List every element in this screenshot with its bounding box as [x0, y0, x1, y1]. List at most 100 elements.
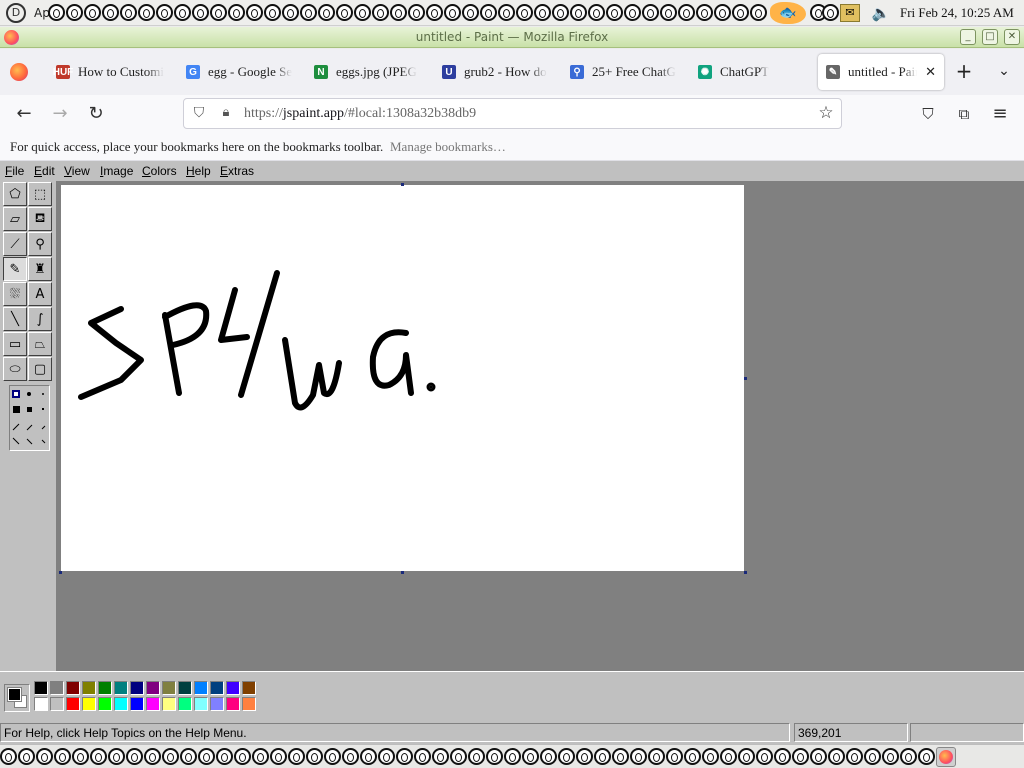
palette-swatch[interactable]	[162, 681, 176, 695]
palette-swatch[interactable]	[242, 697, 256, 711]
palette-swatch[interactable]	[178, 697, 192, 711]
palette-swatch[interactable]	[226, 697, 240, 711]
goldfish-applet-icon[interactable]: 🐟	[770, 2, 806, 24]
huf-icon: HUF	[52, 65, 74, 79]
url-bar[interactable]: ⛉ 🔒︎ https://jspaint.app/#local:1308a32b…	[183, 98, 842, 129]
brush-icon[interactable]: ♜	[28, 257, 52, 281]
palette-swatch[interactable]	[226, 681, 240, 695]
browser-tab[interactable]: ⚲ 25+ Free ChatG	[562, 54, 686, 90]
rounded-rect-icon[interactable]: ▢	[28, 357, 52, 381]
palette-swatch[interactable]	[82, 681, 96, 695]
palette-swatch[interactable]	[50, 697, 64, 711]
browser-tab[interactable]: ✎ untitled - Pain ✕	[818, 54, 944, 90]
primary-color-swatch[interactable]	[7, 687, 22, 702]
magnifier-icon[interactable]: ⚲	[28, 232, 52, 256]
palette-swatch[interactable]	[210, 697, 224, 711]
palette-swatch[interactable]	[194, 681, 208, 695]
back-arrow-icon[interactable]: ←	[13, 103, 35, 125]
palette-swatch[interactable]	[66, 681, 80, 695]
palette-swatch[interactable]	[82, 697, 96, 711]
airbrush-icon[interactable]: ⛆	[3, 282, 27, 306]
close-window-button[interactable]: ✕	[1004, 29, 1020, 45]
palette-swatch[interactable]	[194, 697, 208, 711]
menu-label-rest: elp	[194, 164, 211, 178]
menu-edit[interactable]: Edit	[34, 164, 55, 178]
tab-strip: HUF How to Customi Gegg - Google Se Neggs.j…	[0, 49, 1024, 95]
menu-view[interactable]: View	[64, 164, 90, 178]
extensions-icon[interactable]: ⧉	[953, 103, 975, 125]
maximize-button[interactable]: □	[982, 29, 998, 45]
taskbar-firefox-button[interactable]	[936, 747, 956, 767]
current-colors[interactable]	[4, 684, 30, 712]
menu-image[interactable]: Image	[100, 164, 133, 178]
menu-file[interactable]: File	[5, 164, 24, 178]
browser-tab[interactable]: Ugrub2 - How do	[434, 54, 558, 90]
menu-help[interactable]: Help	[186, 164, 211, 178]
palette-swatch[interactable]	[210, 681, 224, 695]
menu-extras[interactable]: Extras	[220, 164, 254, 178]
palette-swatch[interactable]	[178, 681, 192, 695]
browser-tab[interactable]: Gegg - Google Se	[178, 54, 302, 90]
color-picker-icon[interactable]: ⟋	[3, 232, 27, 256]
fill-bucket-icon[interactable]: ⛾	[28, 207, 52, 231]
text-icon[interactable]: A	[28, 282, 52, 306]
palette-swatch[interactable]	[146, 681, 160, 695]
browser-tab[interactable]: Neggs.jpg (JPEG	[306, 54, 430, 90]
palette-swatch[interactable]	[50, 681, 64, 695]
close-tab-icon[interactable]: ✕	[925, 64, 936, 80]
window-titlebar[interactable]: untitled - Paint — Mozilla Firefox _ □ ✕	[0, 27, 1024, 48]
manage-bookmarks-link[interactable]: Manage bookmarks…	[390, 139, 506, 155]
new-tab-button[interactable]: +	[952, 59, 976, 83]
clock[interactable]: Fri Feb 24, 10:25 AM	[900, 5, 1014, 21]
palette-swatch[interactable]	[66, 697, 80, 711]
bookmark-star-icon[interactable]: ☆	[816, 103, 836, 123]
pocket-icon[interactable]: ⛉	[917, 103, 939, 125]
palette-swatch[interactable]	[146, 697, 160, 711]
palette-swatch[interactable]	[34, 681, 48, 695]
eraser-icon[interactable]: ▱	[3, 207, 27, 231]
minimize-button[interactable]: _	[960, 29, 976, 45]
tool-options-panel[interactable]	[9, 385, 50, 451]
mail-applet-icon[interactable]: ✉	[840, 4, 860, 22]
palette-swatch[interactable]	[130, 697, 144, 711]
browser-tab[interactable]: ✺ ChatGPT	[690, 54, 814, 90]
palette-swatch[interactable]	[114, 697, 128, 711]
pencil-icon[interactable]: ✎	[3, 257, 27, 281]
line-icon[interactable]: ╲	[3, 307, 27, 331]
palette-swatch[interactable]	[162, 697, 176, 711]
palette-swatch[interactable]	[242, 681, 256, 695]
palette-swatch[interactable]	[98, 681, 112, 695]
lock-icon[interactable]: 🔒︎	[218, 105, 234, 123]
menu-colors[interactable]: Colors	[142, 164, 177, 178]
volume-icon[interactable]: 🔈	[868, 3, 894, 23]
resize-handle-corner[interactable]	[744, 571, 747, 574]
rect-select-icon[interactable]: ⬚	[28, 182, 52, 206]
xeyes-eye-icon	[162, 748, 179, 765]
reload-icon[interactable]: ↻	[85, 103, 107, 125]
browser-tab[interactable]: HUF How to Customi	[48, 54, 174, 90]
palette-swatch[interactable]	[130, 681, 144, 695]
curve-icon[interactable]: ∫	[28, 307, 52, 331]
firefox-view-icon[interactable]	[10, 63, 28, 81]
palette-swatch[interactable]	[114, 681, 128, 695]
resize-handle-top[interactable]	[401, 183, 404, 186]
ellipse-icon[interactable]: ⬭	[3, 357, 27, 381]
list-tabs-chevron-icon[interactable]: ⌄	[992, 59, 1016, 83]
palette-swatch[interactable]	[34, 697, 48, 711]
xeyes-eye-icon	[306, 748, 323, 765]
hamburger-menu-icon[interactable]: ≡	[989, 103, 1011, 125]
resize-handle-right[interactable]	[744, 377, 747, 380]
brush-size-options[interactable]	[10, 386, 51, 452]
debian-menu-icon[interactable]: D	[6, 3, 26, 23]
shield-icon[interactable]: ⛉	[190, 105, 208, 123]
palette-swatch[interactable]	[98, 697, 112, 711]
drawing-canvas[interactable]	[61, 185, 744, 571]
rectangle-icon[interactable]: ▭	[3, 332, 27, 356]
forward-arrow-icon[interactable]: →	[49, 103, 71, 125]
free-select-icon[interactable]: ⬠	[3, 182, 27, 206]
menu-accelerator: E	[220, 164, 229, 178]
url-text[interactable]: https://jspaint.app/#local:1308a32b38db9	[244, 106, 476, 122]
xeyes-eye-icon	[486, 748, 503, 765]
resize-handle-bottom[interactable]	[401, 571, 404, 574]
polygon-icon[interactable]: ⏢	[28, 332, 52, 356]
